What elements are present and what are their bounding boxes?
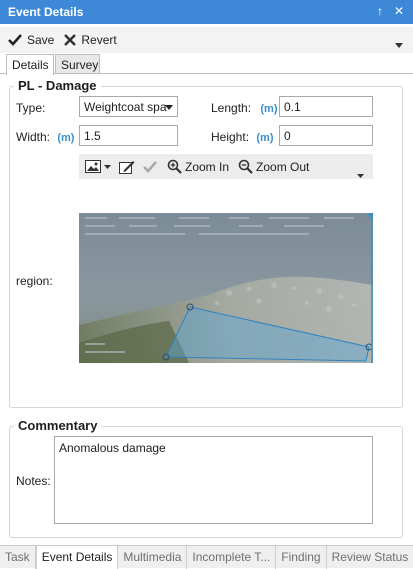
damage-group-title: PL - Damage — [14, 78, 101, 93]
type-label: Type: — [16, 101, 46, 115]
pin-icon[interactable]: ↑ — [377, 4, 383, 18]
notes-label: Notes: — [16, 474, 51, 488]
width-label: Width: (m) — [16, 130, 74, 144]
toolbar: Save Revert — [0, 27, 413, 53]
length-input[interactable]: 0.1 — [279, 96, 373, 117]
notes-textarea[interactable]: Anomalous damage — [54, 436, 373, 524]
chevron-down-icon — [165, 105, 173, 110]
checkmark-icon — [8, 34, 22, 46]
close-icon[interactable]: ✕ — [394, 4, 404, 18]
width-input[interactable]: 1.5 — [79, 125, 178, 146]
bottom-tab-task[interactable]: Task — [0, 545, 36, 569]
bottom-tab-review-status[interactable]: Review Status — [327, 546, 413, 569]
x-icon — [64, 34, 77, 46]
image-dropdown-icon[interactable] — [104, 164, 111, 169]
image-toolbar-overflow-icon[interactable] — [357, 167, 364, 181]
apply-checkmark-icon[interactable] — [143, 160, 157, 173]
region-image[interactable] — [79, 213, 373, 363]
commentary-group-title: Commentary — [14, 418, 102, 433]
height-label-text: Height: — [211, 130, 250, 144]
title-bar: Event Details ↑ ✕ — [0, 0, 413, 24]
image-toolbar: Zoom In Zoom Out — [79, 154, 373, 179]
bottom-tab-event-details[interactable]: Event Details — [35, 545, 119, 569]
width-unit: (m) — [57, 132, 75, 144]
zoom-in-icon — [167, 159, 182, 174]
bottom-tab-multimedia[interactable]: Multimedia — [118, 545, 188, 569]
zoom-in-label: Zoom In — [185, 159, 230, 174]
length-label-text: Length: — [211, 101, 252, 115]
window-title: Event Details — [8, 5, 84, 19]
type-select[interactable]: Weightcoat spa — [79, 96, 178, 117]
height-input[interactable]: 0 — [279, 125, 373, 146]
height-unit: (m) — [256, 132, 274, 144]
bottom-tab-incomplete[interactable]: Incomplete T... — [187, 545, 277, 569]
zoom-in-button[interactable]: Zoom In — [167, 159, 229, 174]
length-label: Length: (m) — [211, 101, 278, 115]
zoom-out-label: Zoom Out — [256, 159, 310, 174]
toolbar-overflow-icon[interactable] — [395, 37, 403, 51]
save-button[interactable]: Save — [8, 33, 54, 47]
revert-label: Revert — [81, 33, 117, 47]
region-label: region: — [16, 274, 53, 288]
tab-survey[interactable]: Survey — [55, 54, 100, 74]
length-unit: (m) — [260, 103, 278, 115]
type-value: Weightcoat spa — [84, 100, 167, 114]
width-label-text: Width: — [16, 130, 51, 144]
image-icon[interactable] — [85, 160, 101, 173]
zoom-out-icon — [238, 159, 253, 174]
bottom-tab-strip: Task Event Details Multimedia Incomplete… — [0, 545, 413, 569]
zoom-out-button[interactable]: Zoom Out — [238, 159, 309, 174]
revert-button[interactable]: Revert — [64, 33, 117, 47]
tab-details[interactable]: Details — [6, 54, 54, 75]
height-label: Height: (m) — [211, 130, 273, 144]
edit-icon[interactable] — [119, 160, 135, 174]
bottom-tab-finding[interactable]: Finding — [276, 545, 327, 569]
save-label: Save — [27, 33, 55, 47]
